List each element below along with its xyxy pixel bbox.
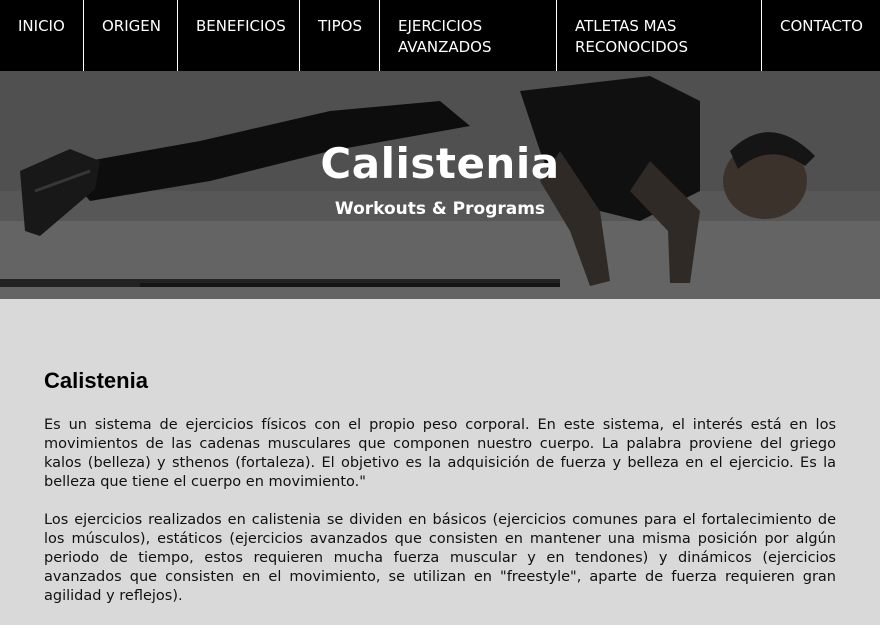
nav-item-ejercicios-avanzados[interactable]: EJERCICIOS AVANZADOS (380, 0, 557, 71)
intro-paragraph: Es un sistema de ejercicios físicos con … (44, 417, 836, 490)
section-heading: Calistenia (44, 368, 148, 393)
main-content: Calistenia Es un sistema de ejercicios f… (44, 368, 836, 625)
nav-item-inicio[interactable]: INICIO (0, 0, 84, 71)
hero-title: Calistenia (320, 139, 560, 188)
top-nav: INICIO ORIGEN BENEFICIOS TIPOS EJERCICIO… (0, 0, 880, 71)
nav-item-tipos[interactable]: TIPOS (300, 0, 380, 71)
nav-item-contacto[interactable]: CONTACTO (762, 0, 880, 71)
types-paragraph: Los ejercicios realizados en calistenia … (44, 512, 836, 604)
nav-item-atletas[interactable]: ATLETAS MAS RECONOCIDOS (557, 0, 762, 71)
hero-subtitle: Workouts & Programs (334, 199, 546, 219)
nav-item-origen[interactable]: ORIGEN (84, 0, 178, 71)
hero-banner: Calistenia Workouts & Programs (0, 71, 880, 299)
nav-item-beneficios[interactable]: BENEFICIOS (178, 0, 300, 71)
